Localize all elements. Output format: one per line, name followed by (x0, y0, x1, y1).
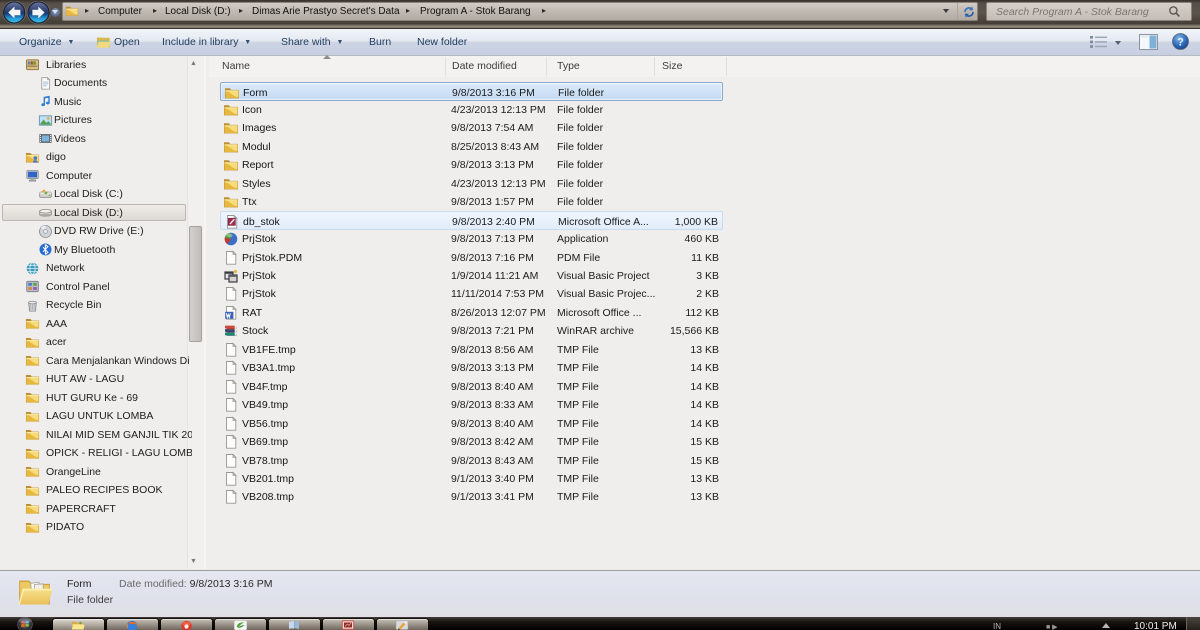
svg-text:?: ? (1177, 37, 1184, 49)
